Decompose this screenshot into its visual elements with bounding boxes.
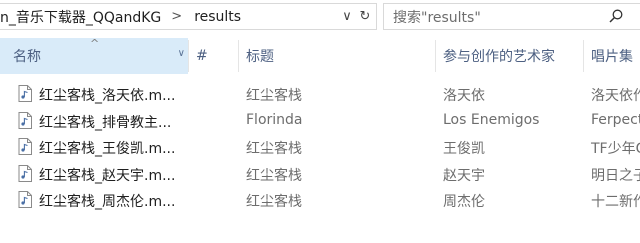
file-list: 红尘客栈_洛天依.m... 红尘客栈 洛天依 洛天依作 红尘客栈_排骨教主...… [0,80,640,213]
file-album: 洛天依作 [591,88,640,104]
file-row[interactable]: 红尘客栈_洛天依.m... 红尘客栈 洛天依 洛天依作 [0,80,640,107]
search-icon[interactable] [608,8,624,24]
column-filter-dropdown-icon[interactable]: ∨ [178,48,185,59]
column-header-name-label: 名称 [13,49,41,65]
file-title: 红尘客栈 [246,88,302,104]
file-artist: Los Enemigos [443,111,540,128]
column-header-title-label: 标题 [246,49,274,65]
column-header-name[interactable]: 名称 ^ ∨ [0,37,188,74]
file-artist: 赵天宇 [443,167,485,184]
file-album: TF少年G [591,141,640,157]
file-row[interactable]: 红尘客栈_周杰伦.m... 红尘客栈 周杰伦 十二新作 [0,186,640,213]
column-divider[interactable] [583,40,584,72]
music-file-icon [18,138,32,155]
toolbar: n_音乐下载器_QQandKG > results ∨ ↻ 搜索"results… [0,0,640,34]
file-album: 十二新作 [591,194,640,210]
breadcrumb-folder-parent[interactable]: n_音乐下载器_QQandKG [0,7,161,27]
breadcrumb-separator-icon[interactable]: > [171,9,182,24]
file-name: 红尘客栈_洛天依.m... [39,88,176,104]
file-artist: 周杰伦 [443,194,485,210]
file-title: Florinda [246,111,303,128]
column-header-row: 名称 ^ ∨ # 标题 参与创作的艺术家 唱片集 [0,37,640,74]
address-bar[interactable]: n_音乐下载器_QQandKG > results ∨ ↻ [0,3,377,30]
file-row[interactable]: 红尘客栈_排骨教主... Florinda Los Enemigos Ferpe… [0,107,640,134]
refresh-icon[interactable]: ↻ [356,9,374,24]
file-row[interactable]: 红尘客栈_赵天宇.m... 红尘客栈 赵天宇 明日之子 [0,160,640,187]
history-dropdown-icon[interactable]: ∨ [338,9,356,24]
column-header-number-label: # [196,48,208,64]
column-header-artist-label: 参与创作的艺术家 [443,49,555,65]
search-placeholder: 搜索"results" [393,9,481,26]
music-file-icon [18,111,32,129]
column-header-artist[interactable]: 参与创作的艺术家 [443,38,555,74]
file-title: 红尘客栈 [246,194,302,210]
file-name: 红尘客栈_排骨教主... [39,114,172,131]
sort-ascending-icon: ^ [90,37,100,50]
column-header-number[interactable]: # [196,38,208,74]
column-divider[interactable] [238,40,239,72]
column-header-album[interactable]: 唱片集 [591,38,633,74]
file-artist: 王俊凯 [443,141,485,157]
file-name: 红尘客栈_王俊凯.m... [39,141,176,157]
address-controls: ∨ ↻ [338,4,374,29]
search-input[interactable]: 搜索"results" [383,3,640,30]
file-title: 红尘客栈 [246,141,302,157]
music-file-icon [18,191,32,208]
column-header-title[interactable]: 标题 [246,38,274,74]
file-name: 红尘客栈_周杰伦.m... [39,194,176,210]
file-album: 明日之子 [591,167,640,184]
column-header-album-label: 唱片集 [591,49,633,65]
column-divider[interactable] [188,40,189,72]
file-title: 红尘客栈 [246,167,302,184]
music-file-icon [18,85,32,102]
music-file-icon [18,164,32,182]
column-divider[interactable] [435,40,436,72]
file-name: 红尘客栈_赵天宇.m... [39,167,176,184]
file-album: Ferpect [591,111,640,128]
file-artist: 洛天依 [443,88,485,104]
file-row[interactable]: 红尘客栈_王俊凯.m... 红尘客栈 王俊凯 TF少年G [0,133,640,160]
breadcrumb-folder-current[interactable]: results [194,9,241,25]
